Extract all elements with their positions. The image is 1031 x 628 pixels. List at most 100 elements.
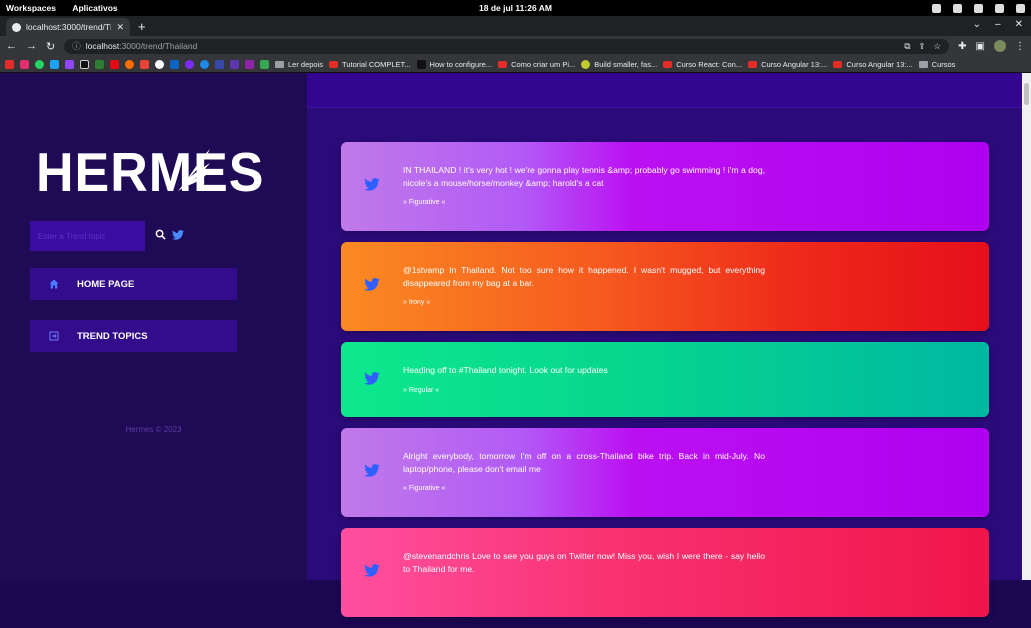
tweet-card[interactable]: @stevenandchris Love to see you guys on … bbox=[341, 528, 989, 617]
workspaces-menu[interactable]: Workspaces bbox=[6, 3, 56, 13]
tweet-list: IN THAILAND ! it's very hot ! we're gonn… bbox=[341, 142, 989, 628]
folder-icon bbox=[275, 60, 284, 68]
tray-icon[interactable] bbox=[932, 3, 941, 13]
twitter-icon bbox=[341, 242, 403, 291]
crunchyroll-icon[interactable] bbox=[125, 59, 134, 69]
twitter-icon bbox=[341, 342, 403, 385]
volume-icon[interactable] bbox=[995, 3, 1004, 13]
address-bar[interactable]: ⓘ localhost:3000/trend/Thailand ⧉ ⇪ ☆ bbox=[64, 38, 950, 54]
app-page: HERMES HOME PAGE TREND TOPICS H bbox=[0, 73, 1031, 617]
tweet-label: » Figurative « bbox=[403, 199, 446, 207]
share-icon[interactable]: ⇪ bbox=[918, 41, 925, 52]
close-tab-icon[interactable]: ✕ bbox=[116, 22, 124, 33]
browser-menu-icon[interactable]: ⋮ bbox=[1015, 41, 1025, 52]
info-icon[interactable]: ⓘ bbox=[72, 40, 81, 52]
bookmark-icon[interactable] bbox=[185, 59, 194, 69]
url-host: localhost bbox=[85, 41, 120, 51]
folder-icon bbox=[918, 60, 928, 68]
nav-trend-topics[interactable]: TREND TOPICS bbox=[30, 320, 237, 352]
bookmark-item[interactable]: Tutorial COMPLET... bbox=[329, 60, 411, 69]
tab-strip: localhost:3000/trend/Thailand ✕ + ⌄ – ✕ bbox=[0, 16, 1031, 36]
bookmark-item[interactable]: Ler depois bbox=[275, 60, 323, 69]
nav-home-page[interactable]: HOME PAGE bbox=[30, 268, 237, 300]
sidepanel-icon[interactable]: ▣ bbox=[976, 41, 985, 52]
search-icon[interactable] bbox=[155, 229, 166, 243]
youtube-icon bbox=[329, 60, 339, 68]
youtube-icon bbox=[833, 60, 843, 68]
wifi-icon[interactable] bbox=[974, 3, 983, 13]
page-scrollbar[interactable] bbox=[1022, 73, 1031, 580]
tweet-card[interactable]: Alright everybody, tomorrow I'm off on a… bbox=[341, 428, 989, 517]
hermes-logo[interactable]: HERMES bbox=[36, 142, 264, 205]
footer-copyright: Hermes © 2023 bbox=[125, 425, 182, 434]
tab-title: localhost:3000/trend/Thailand bbox=[26, 22, 111, 32]
tweet-text: @stevenandchris Love to see you guys on … bbox=[403, 551, 765, 574]
browser-toolbar: ← → ↻ ⓘ localhost:3000/trend/Thailand ⧉ … bbox=[0, 36, 1031, 56]
tweet-text: @1stvamp In Thailand. Not too sure how i… bbox=[403, 265, 765, 288]
twitch-icon[interactable] bbox=[65, 59, 74, 69]
drive-icon[interactable] bbox=[260, 59, 269, 69]
bookmark-icon[interactable] bbox=[95, 59, 104, 69]
profile-avatar[interactable] bbox=[994, 40, 1006, 52]
netflix-icon[interactable] bbox=[110, 59, 119, 69]
tiktok-icon[interactable] bbox=[80, 59, 89, 69]
bookmark-item[interactable]: Curso Angular 13:... bbox=[833, 60, 913, 69]
top-header-band bbox=[307, 73, 1031, 108]
tweet-card[interactable]: IN THAILAND ! it's very hot ! we're gonn… bbox=[341, 142, 989, 231]
home-icon bbox=[30, 279, 77, 289]
forward-icon[interactable]: → bbox=[26, 40, 37, 52]
bookmark-item[interactable]: Como criar um Pi... bbox=[498, 60, 575, 69]
power-icon[interactable] bbox=[1016, 3, 1025, 13]
twitter-bird-icon bbox=[172, 227, 184, 245]
tweet-label: » Regular « bbox=[403, 386, 440, 394]
minimize-icon[interactable]: – bbox=[995, 19, 1001, 30]
bookmark-folder[interactable]: Cursos bbox=[918, 60, 955, 69]
gmail-icon[interactable] bbox=[140, 59, 149, 69]
bookmark-icon[interactable] bbox=[245, 59, 254, 69]
bookmark-item[interactable]: Curso Angular 13:... bbox=[748, 60, 827, 69]
twitter-icon bbox=[341, 142, 403, 191]
extensions-icon[interactable]: ✚ bbox=[958, 41, 966, 52]
bookmark-icon[interactable] bbox=[200, 59, 209, 69]
new-tab-button[interactable]: + bbox=[138, 18, 146, 36]
reload-icon[interactable]: ↻ bbox=[46, 40, 55, 53]
close-window-icon[interactable]: ✕ bbox=[1015, 19, 1023, 30]
twitter-icon bbox=[341, 528, 403, 577]
whatsapp-icon[interactable] bbox=[35, 59, 44, 69]
linkedin-icon[interactable] bbox=[170, 59, 179, 69]
instagram-icon[interactable] bbox=[20, 59, 29, 69]
bookmark-item[interactable]: How to configure... bbox=[416, 59, 492, 69]
trend-search-input[interactable] bbox=[30, 221, 145, 251]
login-arrow-icon bbox=[30, 331, 77, 341]
twitter-icon[interactable] bbox=[50, 59, 59, 69]
url-path: :3000/trend/Thailand bbox=[119, 41, 198, 51]
youtube-icon bbox=[498, 60, 508, 68]
bookmark-star-icon[interactable]: ☆ bbox=[934, 41, 942, 52]
discord-icon[interactable] bbox=[953, 3, 962, 13]
tweet-text: IN THAILAND ! it's very hot ! we're gonn… bbox=[403, 165, 765, 188]
nav-trend-label: TREND TOPICS bbox=[77, 330, 148, 342]
tweet-label: » Figurative « bbox=[403, 485, 446, 493]
bookmarks-bar: Ler depois Tutorial COMPLET... How to co… bbox=[0, 56, 1031, 73]
browser-tab[interactable]: localhost:3000/trend/Thailand ✕ bbox=[6, 18, 130, 36]
tweet-card[interactable]: @1stvamp In Thailand. Not too sure how i… bbox=[341, 242, 989, 331]
apps-menu[interactable]: Aplicativos bbox=[72, 3, 117, 13]
os-clock[interactable]: 18 de jul 11:26 AM bbox=[0, 3, 1031, 13]
bookmark-item[interactable]: Build smaller, fas... bbox=[581, 59, 657, 69]
tweet-card[interactable]: Heading off to #Thailand tonight. Look o… bbox=[341, 342, 989, 417]
nav-home-label: HOME PAGE bbox=[77, 278, 135, 290]
bookmark-icon[interactable] bbox=[230, 59, 239, 69]
bookmark-item[interactable]: Curso React: Con... bbox=[663, 60, 742, 69]
os-top-bar: Workspaces Aplicativos 18 de jul 11:26 A… bbox=[0, 0, 1031, 16]
scrollbar-thumb[interactable] bbox=[1024, 83, 1029, 105]
tweet-text: Heading off to #Thailand tonight. Look o… bbox=[403, 365, 608, 375]
main-content: IN THAILAND ! it's very hot ! we're gonn… bbox=[307, 73, 1031, 617]
bookmark-icon[interactable] bbox=[215, 59, 224, 69]
translate-icon[interactable]: ⧉ bbox=[904, 41, 910, 52]
youtube-icon bbox=[663, 60, 673, 68]
back-icon[interactable]: ← bbox=[6, 40, 17, 52]
tab-search-icon[interactable]: ⌄ bbox=[973, 19, 981, 30]
youtube-icon[interactable] bbox=[5, 59, 14, 69]
github-icon[interactable] bbox=[155, 59, 164, 69]
twitter-icon bbox=[341, 428, 403, 477]
